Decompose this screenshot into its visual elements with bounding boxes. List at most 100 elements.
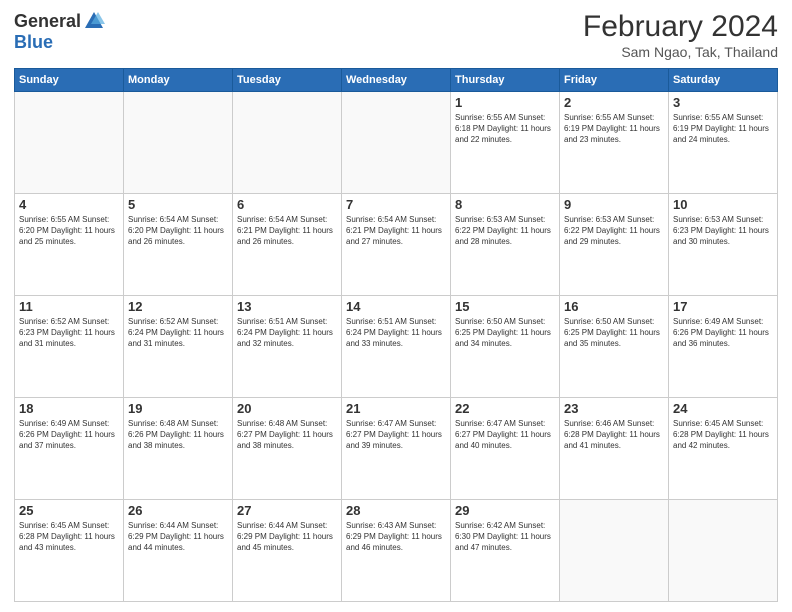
day-info: Sunrise: 6:50 AM Sunset: 6:25 PM Dayligh… [455,316,555,350]
calendar-cell: 12Sunrise: 6:52 AM Sunset: 6:24 PM Dayli… [124,296,233,398]
calendar-cell: 16Sunrise: 6:50 AM Sunset: 6:25 PM Dayli… [560,296,669,398]
day-number: 27 [237,503,337,518]
day-info: Sunrise: 6:49 AM Sunset: 6:26 PM Dayligh… [673,316,773,350]
calendar-cell: 29Sunrise: 6:42 AM Sunset: 6:30 PM Dayli… [451,500,560,602]
logo-blue-text: Blue [14,32,53,53]
day-info: Sunrise: 6:46 AM Sunset: 6:28 PM Dayligh… [564,418,664,452]
day-number: 10 [673,197,773,212]
calendar-cell: 3 Sunrise: 6:55 AM Sunset: 6:19 PM Daylig… [669,92,778,194]
day-info: Sunrise: 6:55 AM Sunset: 6:18 PM Dayligh… [455,112,555,146]
day-info: Sunrise: 6:53 AM Sunset: 6:22 PM Dayligh… [455,214,555,248]
calendar-cell: 18Sunrise: 6:49 AM Sunset: 6:26 PM Dayli… [15,398,124,500]
calendar-cell: 15 Sunrise: 6:50 AM Sunset: 6:25 PM Dayli… [451,296,560,398]
calendar-cell: 17 Sunrise: 6:49 AM Sunset: 6:26 PM Dayli… [669,296,778,398]
day-info: Sunrise: 6:54 AM Sunset: 6:21 PM Dayligh… [237,214,337,248]
day-info: Sunrise: 6:45 AM Sunset: 6:28 PM Dayligh… [19,520,119,554]
day-number: 20 [237,401,337,416]
day-number: 11 [19,299,119,314]
calendar-cell [560,500,669,602]
day-info: Sunrise: 6:51 AM Sunset: 6:24 PM Dayligh… [237,316,337,350]
day-info: Sunrise: 6:43 AM Sunset: 6:29 PM Dayligh… [346,520,446,554]
calendar-cell: 10 Sunrise: 6:53 AM Sunset: 6:23 PM Dayli… [669,194,778,296]
day-info: Sunrise: 6:44 AM Sunset: 6:29 PM Dayligh… [237,520,337,554]
day-number: 16 [564,299,664,314]
day-number: 4 [19,197,119,212]
day-number: 22 [455,401,555,416]
day-info: Sunrise: 6:48 AM Sunset: 6:26 PM Dayligh… [128,418,228,452]
title-section: February 2024 Sam Ngao, Tak, Thailand [583,10,778,60]
day-number: 2 [564,95,664,110]
calendar-cell: 23 Sunrise: 6:46 AM Sunset: 6:28 PM Dayli… [560,398,669,500]
calendar-cell [124,92,233,194]
calendar-cell: 25 Sunrise: 6:45 AM Sunset: 6:28 PM Dayli… [15,500,124,602]
day-number: 3 [673,95,773,110]
day-number: 12 [128,299,228,314]
day-number: 9 [564,197,664,212]
calendar-cell: 19 Sunrise: 6:48 AM Sunset: 6:26 PM Dayli… [124,398,233,500]
calendar-day-header: Friday [560,69,669,92]
day-info: Sunrise: 6:55 AM Sunset: 6:20 PM Dayligh… [19,214,119,248]
day-number: 25 [19,503,119,518]
calendar-cell [233,92,342,194]
day-number: 6 [237,197,337,212]
calendar-cell: 11 Sunrise: 6:52 AM Sunset: 6:23 PM Dayli… [15,296,124,398]
calendar-cell: 8 Sunrise: 6:53 AM Sunset: 6:22 PM Daylig… [451,194,560,296]
calendar-cell: 9Sunrise: 6:53 AM Sunset: 6:22 PM Daylig… [560,194,669,296]
calendar-cell: 6 Sunrise: 6:54 AM Sunset: 6:21 PM Daylig… [233,194,342,296]
day-info: Sunrise: 6:52 AM Sunset: 6:23 PM Dayligh… [19,316,119,350]
day-number: 17 [673,299,773,314]
day-info: Sunrise: 6:48 AM Sunset: 6:27 PM Dayligh… [237,418,337,452]
calendar-day-header: Thursday [451,69,560,92]
calendar-cell [669,500,778,602]
calendar-day-header: Saturday [669,69,778,92]
calendar-day-header: Wednesday [342,69,451,92]
day-info: Sunrise: 6:45 AM Sunset: 6:28 PM Dayligh… [673,418,773,452]
main-title: February 2024 [583,10,778,44]
day-number: 5 [128,197,228,212]
calendar-cell: 21Sunrise: 6:47 AM Sunset: 6:27 PM Dayli… [342,398,451,500]
logo-icon [83,10,105,32]
calendar-day-header: Monday [124,69,233,92]
day-info: Sunrise: 6:47 AM Sunset: 6:27 PM Dayligh… [346,418,446,452]
page: General Blue February 2024 Sam Ngao, Tak… [0,0,792,612]
calendar-week-row: 11 Sunrise: 6:52 AM Sunset: 6:23 PM Dayli… [15,296,778,398]
day-number: 13 [237,299,337,314]
calendar-cell: 7 Sunrise: 6:54 AM Sunset: 6:21 PM Daylig… [342,194,451,296]
calendar-cell [342,92,451,194]
calendar-cell: 14 Sunrise: 6:51 AM Sunset: 6:24 PM Dayli… [342,296,451,398]
day-number: 26 [128,503,228,518]
calendar-cell: 5 Sunrise: 6:54 AM Sunset: 6:20 PM Daylig… [124,194,233,296]
day-info: Sunrise: 6:55 AM Sunset: 6:19 PM Dayligh… [564,112,664,146]
day-info: Sunrise: 6:53 AM Sunset: 6:23 PM Dayligh… [673,214,773,248]
day-number: 1 [455,95,555,110]
day-number: 19 [128,401,228,416]
calendar-week-row: 4 Sunrise: 6:55 AM Sunset: 6:20 PM Daylig… [15,194,778,296]
calendar-day-header: Tuesday [233,69,342,92]
calendar-cell: 27 Sunrise: 6:44 AM Sunset: 6:29 PM Dayli… [233,500,342,602]
calendar-week-row: 1 Sunrise: 6:55 AM Sunset: 6:18 PM Daylig… [15,92,778,194]
calendar-cell: 26 Sunrise: 6:44 AM Sunset: 6:29 PM Dayli… [124,500,233,602]
day-info: Sunrise: 6:47 AM Sunset: 6:27 PM Dayligh… [455,418,555,452]
day-number: 15 [455,299,555,314]
calendar-cell: 4 Sunrise: 6:55 AM Sunset: 6:20 PM Daylig… [15,194,124,296]
day-info: Sunrise: 6:51 AM Sunset: 6:24 PM Dayligh… [346,316,446,350]
calendar-day-header: Sunday [15,69,124,92]
day-info: Sunrise: 6:44 AM Sunset: 6:29 PM Dayligh… [128,520,228,554]
calendar-cell: 1 Sunrise: 6:55 AM Sunset: 6:18 PM Daylig… [451,92,560,194]
day-number: 18 [19,401,119,416]
logo-general-text: General [14,11,81,32]
day-info: Sunrise: 6:55 AM Sunset: 6:19 PM Dayligh… [673,112,773,146]
header: General Blue February 2024 Sam Ngao, Tak… [14,10,778,60]
calendar-cell: 20 Sunrise: 6:48 AM Sunset: 6:27 PM Dayli… [233,398,342,500]
day-number: 8 [455,197,555,212]
calendar-week-row: 18Sunrise: 6:49 AM Sunset: 6:26 PM Dayli… [15,398,778,500]
day-number: 7 [346,197,446,212]
day-info: Sunrise: 6:54 AM Sunset: 6:20 PM Dayligh… [128,214,228,248]
calendar-cell: 28Sunrise: 6:43 AM Sunset: 6:29 PM Dayli… [342,500,451,602]
calendar-cell [15,92,124,194]
calendar-cell: 2 Sunrise: 6:55 AM Sunset: 6:19 PM Daylig… [560,92,669,194]
subtitle: Sam Ngao, Tak, Thailand [583,44,778,60]
day-info: Sunrise: 6:54 AM Sunset: 6:21 PM Dayligh… [346,214,446,248]
day-number: 23 [564,401,664,416]
day-number: 14 [346,299,446,314]
